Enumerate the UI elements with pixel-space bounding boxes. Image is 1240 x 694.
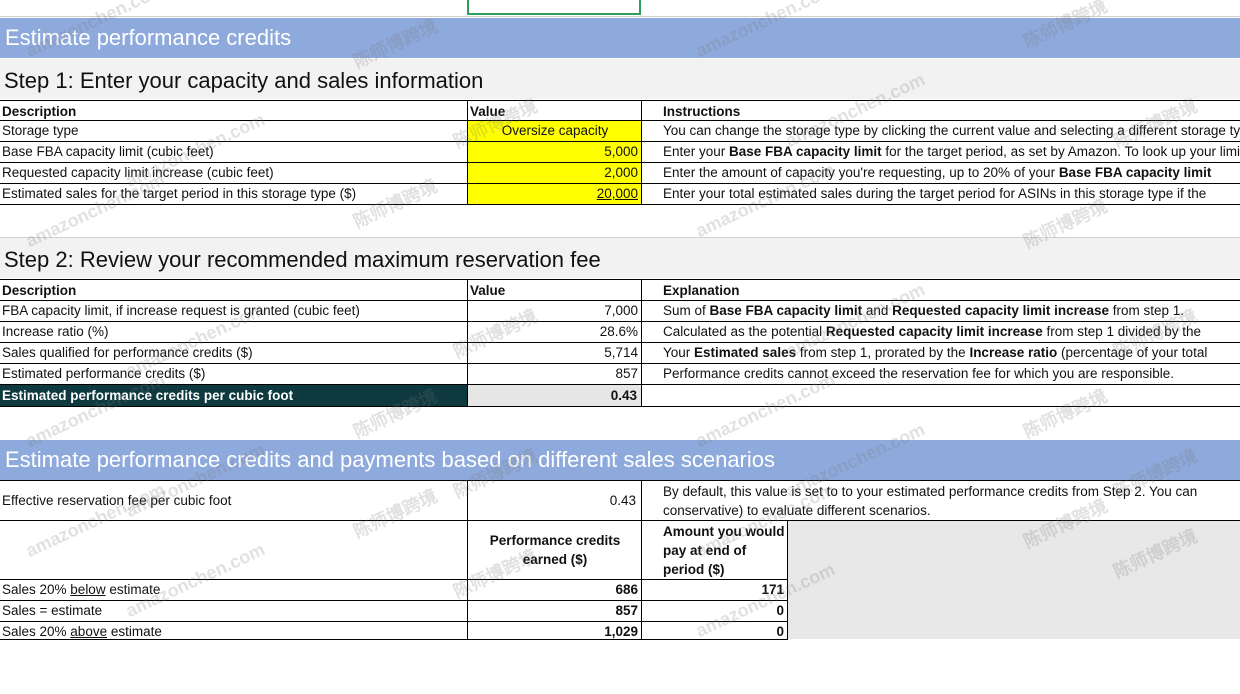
instruction-text-part: for the target period, as set by Amazon.… [881,144,1240,159]
scenario-credits-value[interactable]: 857 [470,601,638,621]
instruction-text-part: Enter your total estimated sales during … [663,186,1207,201]
instruction-text-part: Increase ratio [969,345,1058,360]
scenario-credits-value[interactable]: 686 [470,580,638,600]
instruction-text-part: and [862,303,893,318]
step2-title: Step 2: Review your recommended maximum … [0,238,1240,278]
step2-row-explanation: Sum of Base FBA capacity limit and Reque… [663,301,1240,321]
step1-row-description: Requested capacity limit increase (cubic… [2,165,274,180]
instruction-text-part: Enter your [663,144,730,159]
step2-row-value[interactable]: 28.6% [470,322,638,342]
scenario-pay-value[interactable]: 0 [643,601,784,621]
instruction-text-part: Sum of [663,303,710,318]
instruction-text-part: Base FBA capacity limit [729,144,882,159]
section-banner: Estimate performance credits [0,18,1240,58]
col-credits-header: Performance credits earned ($) [489,533,621,567]
step1-row-instruction: You can change the storage type by click… [663,121,1240,141]
instruction-text-part: from step 1. [1108,303,1184,318]
step2-row-explanation: Calculated as the potential Requested ca… [663,322,1240,342]
step2-row-explanation: Performance credits cannot exceed the re… [663,364,1240,384]
step2-row-description: FBA capacity limit, if increase request … [2,303,360,318]
step1-header-value: Value [470,104,506,119]
step2-row-value[interactable]: 5,714 [470,343,638,363]
instruction-text-part: Calculated as the potential [663,324,826,339]
step1-row-instruction: Enter the amount of capacity you're requ… [663,163,1240,183]
instruction-text-part: from step 1, prorated by the [796,345,970,360]
value-text: Oversize capacity [501,123,609,138]
fee-note-line1: By default, this value is set to to your… [663,484,1198,499]
value-text: 5,000 [604,144,638,159]
step2-header-value: Value [470,283,506,298]
fee-value[interactable]: 0.43 [470,491,636,511]
scenario-banner: Estimate performance credits and payment… [0,440,1240,480]
empty-grey-area [787,521,1240,639]
fee-note-line2: conservative) to evaluate different scen… [663,503,931,518]
instruction-text-part: Base FBA capacity limit [709,303,863,318]
step1-row-value-input[interactable]: 2,000 [470,163,638,183]
label-part: estimate [107,624,162,639]
instruction-text-part: Enter the amount of capacity you're requ… [663,165,1059,180]
scenario-row-label: Sales = estimate [2,601,462,621]
gridline [0,16,1240,17]
step1-header-description: Description [2,104,77,119]
instruction-text-part: Performance credits cannot exceed the re… [663,366,1175,381]
highlight-value[interactable]: 0.43 [470,386,637,406]
step1-row-value-input[interactable]: 5,000 [470,142,638,162]
step2-header-description: Description [2,283,77,298]
instruction-text-part: Requested capacity limit increase [825,324,1043,339]
step2-row-value[interactable]: 857 [470,364,638,384]
label-part: Sales 20% [2,582,71,597]
value-text: 20,000 [596,186,638,201]
col-pay-header: Amount you would pay at end of period ($… [663,524,785,577]
step1-row-description: Base FBA capacity limit (cubic feet) [2,144,214,159]
step1-header-instructions: Instructions [663,104,741,119]
instruction-text-part: from step 1 divided by the [1042,324,1202,339]
instruction-text-part: Estimated sales [694,345,797,360]
instruction-text-part: Your [663,345,695,360]
step2-row-value[interactable]: 7,000 [470,301,638,321]
value-text: 2,000 [604,165,638,180]
label-part: Sales = estimate [2,603,103,618]
highlight-description: Estimated performance credits per cubic … [2,388,294,403]
step1-row-instruction: Enter your total estimated sales during … [663,184,1240,204]
step1-row-instruction: Enter your Base FBA capacity limit for t… [663,142,1240,162]
step1-title: Step 1: Enter your capacity and sales in… [0,59,1240,99]
fee-label: Effective reservation fee per cubic foot [2,493,232,508]
label-part-underlined: above [70,624,108,639]
watermark: 陈师博跨境 [1020,385,1111,442]
step2-row-description: Increase ratio (%) [2,324,109,339]
selected-cell[interactable] [467,0,641,15]
step1-row-description: Estimated sales for the target period in… [2,186,357,201]
instruction-text-part: You can change the storage type by click… [663,123,1240,138]
step2-header-explanation: Explanation [663,283,740,298]
step2-row-description: Sales qualified for performance credits … [2,345,253,360]
label-part: Sales 20% [2,624,71,639]
instruction-text-part: Requested capacity limit increase [892,303,1109,318]
instruction-text-part: (percentage of your total [1057,345,1208,360]
step1-row-value-input[interactable]: 20,000 [470,184,638,204]
label-part: estimate [105,582,161,597]
scenario-row-label: Sales 20% below estimate [2,580,462,600]
step1-row-value-input[interactable]: Oversize capacity [470,121,640,141]
step2-row-explanation: Your Estimated sales from step 1, prorat… [663,343,1240,363]
step1-row-description: Storage type [2,123,79,138]
row-divider [0,204,1240,205]
instruction-text-part: Base FBA capacity limit [1058,165,1212,180]
scenario-pay-value[interactable]: 171 [643,580,784,600]
label-part-underlined: below [70,582,106,597]
step2-row-description: Estimated performance credits ($) [2,366,206,381]
